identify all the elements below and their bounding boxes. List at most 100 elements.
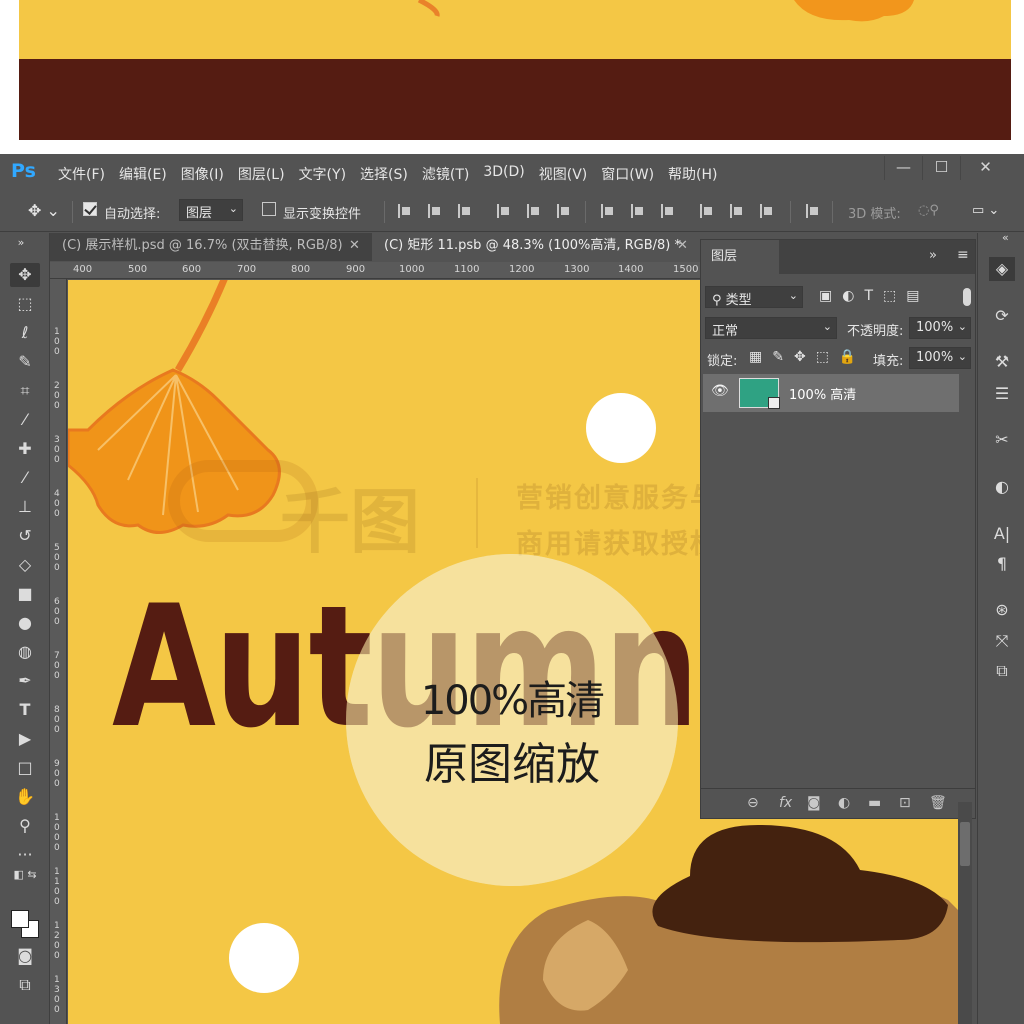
- 3d-orbit-icon[interactable]: ◌⚲: [918, 203, 939, 218]
- screenshot-root: Ps 文件(F) 编辑(E) 图像(I) 图层(L) 文字(Y) 选择(S) 滤…: [0, 0, 1024, 1024]
- libraries-panel-icon[interactable]: ⧉: [989, 659, 1015, 683]
- layer-row[interactable]: 👁 100% 高清: [703, 374, 959, 412]
- opacity-input[interactable]: 100% ⌄: [909, 317, 971, 339]
- properties-panel-icon[interactable]: ☰: [989, 382, 1015, 406]
- adjustments-panel-icon[interactable]: ◐: [989, 475, 1015, 499]
- align-top-icon[interactable]: [398, 204, 412, 218]
- healing-brush-tool-icon[interactable]: ✚: [10, 437, 40, 461]
- quick-mask-icon[interactable]: ◙: [10, 944, 40, 968]
- menu-3d[interactable]: 3D(D): [483, 164, 524, 184]
- history-brush-tool-icon[interactable]: ↺: [10, 524, 40, 548]
- layer-filter-dropdown[interactable]: ⚲ 类型 ⌄: [705, 286, 803, 308]
- minimize-button[interactable]: —: [884, 156, 922, 180]
- align-right-icon[interactable]: [557, 204, 571, 218]
- workspace-switcher-icon[interactable]: ▭ ⌄: [972, 203, 999, 218]
- dock-collapse-icon[interactable]: «: [1002, 231, 1009, 244]
- ruler-tick: 700: [237, 264, 257, 275]
- link-layers-icon[interactable]: ⊖: [747, 795, 759, 811]
- ruler-tick: 1 0 0 0: [54, 813, 60, 853]
- menu-file[interactable]: 文件(F): [58, 164, 105, 184]
- align-hcenter-icon[interactable]: [527, 204, 541, 218]
- new-layer-icon[interactable]: ⊡: [899, 795, 911, 811]
- type-tool-icon[interactable]: T: [10, 698, 40, 722]
- channels-panel-icon[interactable]: ⊛: [989, 598, 1015, 622]
- filter-toggle[interactable]: [963, 288, 971, 306]
- character-panel-icon[interactable]: A|: [989, 522, 1015, 546]
- eyedropper-tool-icon[interactable]: ⁄: [10, 408, 40, 432]
- filter-icons[interactable]: ▣◐T⬚▤: [819, 288, 929, 304]
- clone-stamp-tool-icon[interactable]: ⊥: [10, 495, 40, 519]
- lasso-tool-icon[interactable]: ℓ: [10, 321, 40, 345]
- close-icon[interactable]: ✕: [677, 233, 688, 259]
- screen-mode-icon[interactable]: ⧉: [10, 973, 40, 997]
- scrollbar-thumb[interactable]: [960, 822, 970, 866]
- menu-type[interactable]: 文字(Y): [299, 164, 346, 184]
- layers-panel-icon[interactable]: ◈: [989, 257, 1015, 281]
- panel-expand-icon[interactable]: »: [929, 248, 937, 263]
- panel-collapse-icon[interactable]: »: [6, 231, 36, 255]
- foreground-color-swatch[interactable]: [11, 910, 29, 928]
- zoom-tool-icon[interactable]: ⚲: [10, 814, 40, 838]
- auto-select-target-dropdown[interactable]: 图层 ⌄: [179, 199, 243, 221]
- close-window-button[interactable]: ✕: [960, 156, 1010, 180]
- marquee-tool-icon[interactable]: ⬚: [10, 292, 40, 316]
- distribute-top-icon[interactable]: [601, 204, 615, 218]
- hand-tool-icon[interactable]: ✋: [10, 785, 40, 809]
- menu-select[interactable]: 选择(S): [360, 164, 408, 184]
- adjustment-layer-icon[interactable]: ◐: [838, 795, 850, 811]
- blur-tool-icon[interactable]: ●: [10, 611, 40, 635]
- move-tool-icon[interactable]: ✥: [10, 263, 40, 287]
- blend-mode-dropdown[interactable]: 正常 ⌄: [705, 317, 837, 339]
- distribute-bottom-icon[interactable]: [661, 204, 675, 218]
- magic-wand-tool-icon[interactable]: ✎: [10, 350, 40, 374]
- path-selection-tool-icon[interactable]: ▶: [10, 727, 40, 751]
- brush-tool-icon[interactable]: ⁄: [10, 466, 40, 490]
- eye-icon[interactable]: 👁: [711, 383, 729, 399]
- delete-layer-icon[interactable]: 🗑: [929, 795, 947, 811]
- new-group-icon[interactable]: ▬: [868, 795, 881, 811]
- lock-icons[interactable]: ▦✎✥⬚🔒: [749, 349, 866, 365]
- preview-leaf-shapes: [417, 0, 914, 22]
- dodge-tool-icon[interactable]: ◍: [10, 640, 40, 664]
- vertical-scrollbar[interactable]: [958, 802, 972, 1024]
- auto-select-checkbox[interactable]: [83, 202, 97, 216]
- menu-edit[interactable]: 编辑(E): [119, 164, 167, 184]
- horizontal-ruler: 400 500 600 700 800 900 1000 1100 1200 1…: [50, 262, 700, 279]
- distribute-right-icon[interactable]: [760, 204, 774, 218]
- tab-rectangle-document[interactable]: (C) 矩形 11.psb @ 48.3% (100%高清, RGB/8) *: [372, 233, 700, 261]
- move-tool-icon[interactable]: ✥ ⌄: [28, 201, 60, 220]
- menu-help[interactable]: 帮助(H): [668, 164, 717, 184]
- distribute-vcenter-icon[interactable]: [631, 204, 645, 218]
- align-bottom-icon[interactable]: [458, 204, 472, 218]
- align-left-icon[interactable]: [497, 204, 511, 218]
- history-panel-icon[interactable]: ⟳: [989, 304, 1015, 328]
- paths-panel-icon[interactable]: ⤧: [989, 629, 1015, 653]
- pen-tool-icon[interactable]: ✒: [10, 669, 40, 693]
- close-icon[interactable]: ✕: [349, 233, 360, 259]
- distribute-hcenter-icon[interactable]: [730, 204, 744, 218]
- align-vcenter-icon[interactable]: [428, 204, 442, 218]
- add-mask-icon[interactable]: ◙: [807, 795, 821, 811]
- auto-align-icon[interactable]: [806, 204, 820, 218]
- tab-mockup-document[interactable]: (C) 展示样机.psd @ 16.7% (双击替换, RGB/8): [50, 233, 372, 261]
- maximize-button[interactable]: ☐: [922, 156, 960, 180]
- panel-menu-icon[interactable]: ≡: [957, 247, 969, 263]
- gradient-tool-icon[interactable]: ■: [10, 582, 40, 606]
- layer-style-icon[interactable]: fx: [779, 795, 792, 811]
- show-transform-checkbox[interactable]: [262, 202, 276, 216]
- menu-image[interactable]: 图像(I): [181, 164, 224, 184]
- tab-layers[interactable]: 图层: [701, 240, 779, 274]
- eraser-tool-icon[interactable]: ◇: [10, 553, 40, 577]
- menu-filter[interactable]: 滤镜(T): [422, 164, 469, 184]
- crop-tool-icon[interactable]: ⌗: [10, 379, 40, 403]
- menu-view[interactable]: 视图(V): [539, 164, 588, 184]
- tool-presets-icon[interactable]: ✂: [989, 428, 1015, 452]
- rectangle-tool-icon[interactable]: □: [10, 756, 40, 780]
- menu-window[interactable]: 窗口(W): [601, 164, 654, 184]
- brush-panel-icon[interactable]: ⚒: [989, 350, 1015, 374]
- fill-input[interactable]: 100% ⌄: [909, 347, 971, 369]
- distribute-left-icon[interactable]: [700, 204, 714, 218]
- paragraph-panel-icon[interactable]: ¶: [989, 552, 1015, 576]
- swap-colors-icon[interactable]: ◧ ⇆: [10, 863, 40, 887]
- menu-layer[interactable]: 图层(L): [238, 164, 285, 184]
